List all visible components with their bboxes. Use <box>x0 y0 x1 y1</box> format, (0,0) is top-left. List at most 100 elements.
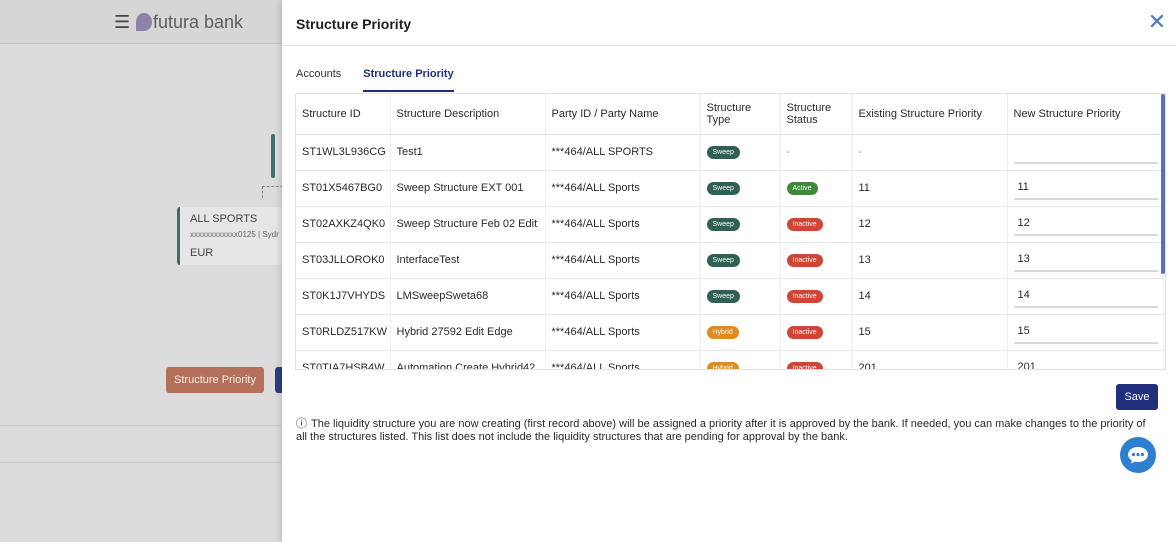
structure-id-cell: ST0TIA7HSB4W <box>296 350 391 369</box>
chat-bubble-glyph <box>1128 447 1148 464</box>
new-priority-cell <box>1007 350 1164 369</box>
chat-icon[interactable] <box>1120 437 1156 473</box>
structure-id-cell: ST01X5467BG0 <box>296 170 391 207</box>
structure-type-cell: Sweep <box>700 206 781 243</box>
priority-info-note: ⓘ The liquidity structure you are now cre… <box>296 418 1156 444</box>
structure-description-cell: InterfaceTest <box>390 242 546 279</box>
existing-priority-cell: 13 <box>852 242 1008 279</box>
status-badge: Active <box>786 182 818 195</box>
new-priority-cell <box>1007 278 1164 315</box>
structure-description-cell: Sweep Structure Feb 02 Edit <box>390 206 546 243</box>
structure-status-cell: Inactive <box>780 242 853 279</box>
existing-priority-cell: 12 <box>852 206 1008 243</box>
structure-node-bar <box>271 134 275 178</box>
close-icon[interactable]: ✕ <box>1146 11 1168 34</box>
party-cell: ***464/ALL Sports <box>545 314 701 351</box>
structure-type-badge: Hybrid <box>706 326 739 339</box>
structure-priority-table: Structure ID Structure Description Party… <box>295 93 1166 370</box>
structure-id-cell: ST02AXKZ4QK0 <box>296 206 391 243</box>
new-priority-input[interactable] <box>1013 176 1158 200</box>
new-priority-input[interactable] <box>1013 356 1158 369</box>
structure-status-cell: Active <box>780 170 853 207</box>
account-card: ALL SPORTS xxxxxxxxxxxx0125 | Sydr EUR <box>177 207 289 265</box>
structure-type-badge: Sweep <box>706 146 740 159</box>
existing-priority-cell: 15 <box>852 314 1008 351</box>
structure-status-cell: Inactive <box>780 278 853 315</box>
column-header-party: Party ID / Party Name <box>545 94 701 135</box>
structure-id-cell: ST0RLDZ517KW <box>296 314 391 351</box>
tab-accounts[interactable]: Accounts <box>296 68 341 92</box>
party-cell: ***464/ALL SPORTS <box>545 134 701 171</box>
new-priority-cell <box>1007 314 1164 351</box>
note-text: The liquidity structure you are now crea… <box>296 418 1146 443</box>
table-row: ST01X5467BG0 Sweep Structure EXT 001 ***46… <box>296 170 1164 207</box>
column-header-structure-description: Structure Description <box>390 94 546 135</box>
status-badge: Inactive <box>786 362 823 369</box>
new-priority-input[interactable] <box>1013 284 1158 308</box>
structure-type-badge: Sweep <box>706 290 740 303</box>
structure-status-cell: Inactive <box>780 350 853 369</box>
structure-description-cell: Sweep Structure EXT 001 <box>390 170 546 207</box>
status-text: - <box>786 146 791 158</box>
structure-status-cell: Inactive <box>780 206 853 243</box>
existing-priority-cell: 14 <box>852 278 1008 315</box>
info-icon: ⓘ <box>296 418 307 430</box>
status-badge: Inactive <box>786 254 823 267</box>
column-header-structure-id: Structure ID <box>296 94 391 135</box>
menu-icon[interactable]: ☰ <box>114 12 130 33</box>
column-header-structure-type: Structure Type <box>700 94 781 135</box>
structure-description-cell: LMSweepSweta68 <box>390 278 546 315</box>
status-badge: Inactive <box>786 290 823 303</box>
status-badge: Inactive <box>786 326 823 339</box>
structure-type-badge: Hybrid <box>706 362 739 369</box>
structure-type-cell: Hybrid <box>700 314 781 351</box>
new-priority-input[interactable] <box>1013 320 1158 344</box>
party-cell: ***464/ALL Sports <box>545 170 701 207</box>
structure-type-cell: Hybrid <box>700 350 781 369</box>
structure-type-badge: Sweep <box>706 182 740 195</box>
divider <box>0 462 290 463</box>
new-priority-cell <box>1007 134 1164 171</box>
table-scrollbar[interactable] <box>1161 94 1165 274</box>
save-button[interactable]: Save <box>1116 384 1158 410</box>
existing-priority-cell: - <box>852 134 1008 171</box>
panel-header: Structure Priority ✕ <box>282 0 1176 46</box>
column-header-structure-status: Structure Status <box>780 94 853 135</box>
structure-type-cell: Sweep <box>700 134 781 171</box>
new-priority-input[interactable] <box>1013 248 1158 272</box>
structure-id-cell: ST03JLLOROK0 <box>296 242 391 279</box>
existing-priority-cell: 11 <box>852 170 1008 207</box>
status-badge: Inactive <box>786 218 823 231</box>
app-header: ☰ futura bank <box>0 0 290 44</box>
new-priority-cell <box>1007 242 1164 279</box>
new-priority-input[interactable] <box>1013 140 1158 164</box>
party-cell: ***464/ALL Sports <box>545 350 701 369</box>
table-row: ST0K1J7VHYDS LMSweepSweta68 ***464/ALL Spo… <box>296 278 1164 315</box>
new-priority-cell <box>1007 206 1164 243</box>
table-row: ST1WL3L936CG Test1 ***464/ALL SPORTS Sweep -… <box>296 134 1164 171</box>
column-header-new-priority: New Structure Priority <box>1007 94 1164 135</box>
structure-priority-button: Structure Priority <box>166 367 264 393</box>
structure-type-cell: Sweep <box>700 170 781 207</box>
structure-type-cell: Sweep <box>700 242 781 279</box>
table-row: ST0RLDZ517KW Hybrid 27592 Edit Edge ***464… <box>296 314 1164 351</box>
column-header-existing-priority: Existing Structure Priority <box>852 94 1008 135</box>
brand-name: futura bank <box>153 12 244 32</box>
new-priority-input[interactable] <box>1013 212 1158 236</box>
party-cell: ***464/ALL Sports <box>545 278 701 315</box>
new-priority-cell <box>1007 170 1164 207</box>
structure-status-cell: - <box>780 134 853 171</box>
account-card-name: ALL SPORTS <box>190 213 258 225</box>
party-cell: ***464/ALL Sports <box>545 242 701 279</box>
panel-title: Structure Priority <box>296 16 412 32</box>
table-row: ST0TIA7HSB4W Automation Create Hybrid42 **… <box>296 350 1164 369</box>
tab-bar: Accounts Structure Priority <box>296 68 476 92</box>
structure-description-cell: Hybrid 27592 Edit Edge <box>390 314 546 351</box>
structure-type-cell: Sweep <box>700 278 781 315</box>
tab-structure-priority[interactable]: Structure Priority <box>363 68 454 92</box>
existing-priority-cell: 201 <box>852 350 1008 369</box>
account-card-number: xxxxxxxxxxxx0125 | Sydr <box>190 230 279 239</box>
party-cell: ***464/ALL Sports <box>545 206 701 243</box>
divider <box>0 425 290 426</box>
structure-id-cell: ST1WL3L936CG <box>296 134 391 171</box>
